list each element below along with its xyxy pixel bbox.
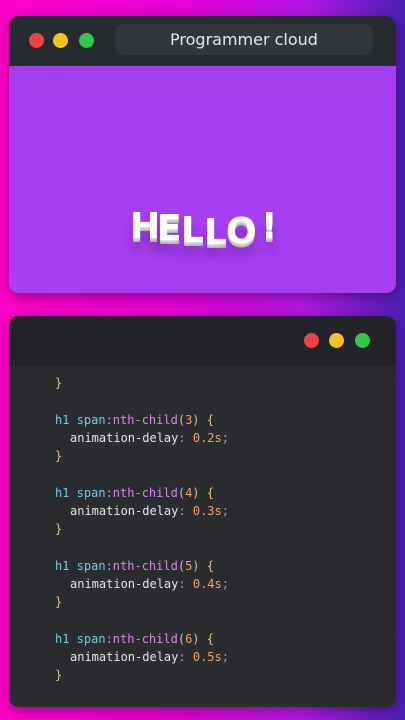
code-line: animation-delay: 0.4s;	[70, 577, 229, 591]
code-line: }	[55, 595, 63, 609]
code-line: h1 span:nth-child(5) {	[55, 559, 214, 573]
code-line: }	[55, 449, 63, 463]
maximize-dot-button[interactable]	[79, 33, 94, 48]
minimize-dot-button[interactable]	[329, 333, 344, 348]
code-line: h1 span:nth-child(4) {	[55, 486, 214, 500]
close-dot-button[interactable]	[29, 33, 44, 48]
hello-letter-5: O	[226, 211, 257, 252]
preview-titlebar: Programmer cloud	[9, 16, 396, 66]
code-line: }	[55, 522, 63, 536]
code-line: }	[55, 376, 63, 390]
close-dot-button[interactable]	[304, 333, 319, 348]
code-titlebar	[9, 316, 396, 366]
preview-window: Programmer cloud H E L L O !	[9, 16, 396, 293]
code-window: } h1 span:nth-child(3) { animation-delay…	[9, 316, 396, 707]
hello-letter-2: E	[157, 208, 182, 249]
hello-letter-3: L	[181, 210, 204, 251]
code-line: h1 span:nth-child(6) {	[55, 632, 214, 646]
code-line: animation-delay: 0.5s;	[70, 650, 229, 664]
maximize-dot-button[interactable]	[355, 333, 370, 348]
code-editor[interactable]: } h1 span:nth-child(3) { animation-delay…	[9, 366, 396, 707]
hello-letter-1: H	[130, 206, 161, 247]
preview-stage: H E L L O !	[9, 66, 396, 293]
code-line: h1 span:nth-child(3) {	[55, 413, 214, 427]
code-line: animation-delay: 0.3s;	[70, 504, 229, 518]
hello-letter-6: !	[261, 206, 278, 247]
hello-letter-4: L	[204, 212, 227, 253]
minimize-dot-button[interactable]	[53, 33, 68, 48]
window-title: Programmer cloud	[115, 24, 373, 55]
code-line: }	[55, 668, 63, 682]
code-line: animation-delay: 0.2s;	[70, 431, 229, 445]
